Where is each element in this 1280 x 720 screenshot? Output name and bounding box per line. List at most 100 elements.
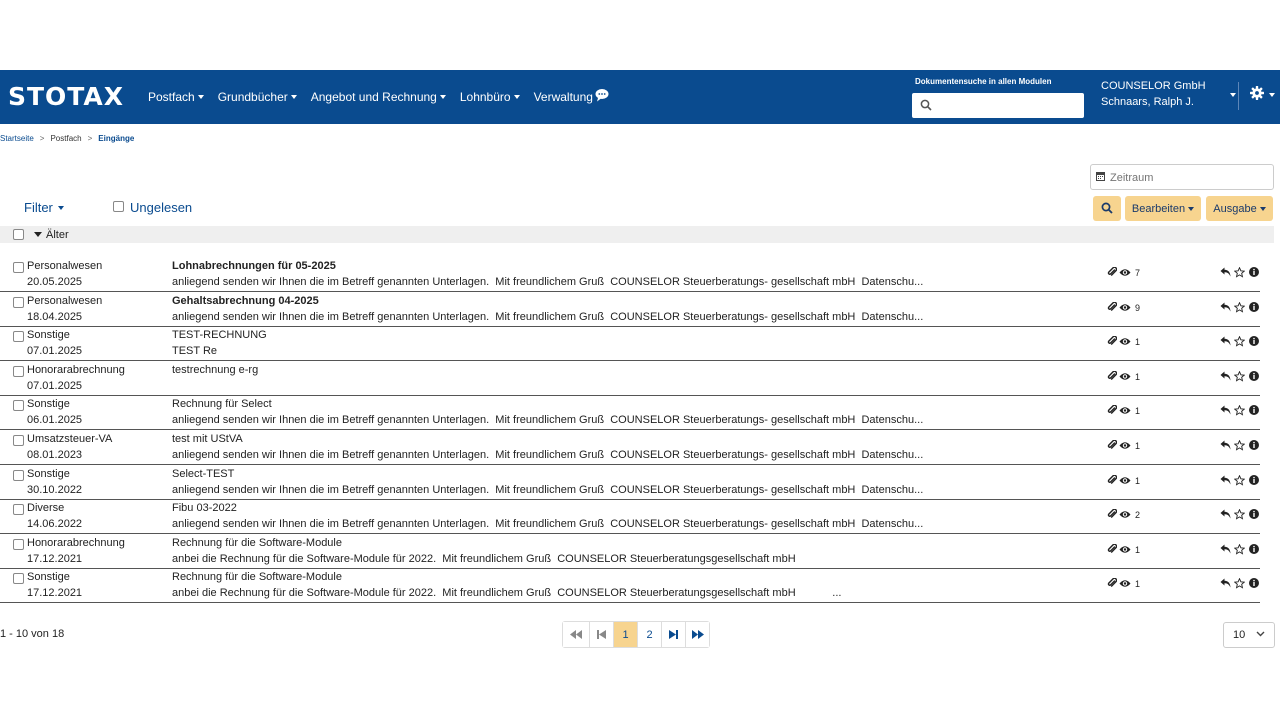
reply-icon[interactable] <box>1220 509 1231 519</box>
reply-icon[interactable] <box>1220 475 1231 485</box>
star-icon[interactable] <box>1234 301 1245 313</box>
row-checkbox[interactable] <box>13 573 24 585</box>
paperclip-icon[interactable] <box>1107 440 1117 450</box>
message-row[interactable]: Sonstige 17.12.2021 Rechnung für die Softw… <box>0 568 1260 604</box>
info-icon[interactable] <box>1249 370 1259 381</box>
collapse-triangle-icon[interactable] <box>34 232 42 237</box>
star-icon[interactable] <box>1234 474 1245 486</box>
eye-icon[interactable] <box>1119 337 1131 346</box>
page-1-button[interactable]: 1 <box>614 622 638 647</box>
settings-caret-icon[interactable] <box>1269 93 1275 97</box>
ausgabe-button[interactable]: Ausgabe <box>1206 196 1273 221</box>
reply-icon[interactable] <box>1220 440 1231 450</box>
message-subject[interactable]: Fibu 03-2022 <box>172 502 237 514</box>
reply-icon[interactable] <box>1220 371 1231 381</box>
message-row[interactable]: Honorarabrechnung 07.01.2025 testrechnung … <box>0 361 1260 396</box>
filter-dropdown[interactable]: Filter <box>24 200 64 215</box>
eye-icon[interactable] <box>1119 510 1131 519</box>
info-icon[interactable] <box>1249 405 1259 416</box>
star-icon[interactable] <box>1234 267 1245 278</box>
info-icon[interactable] <box>1249 267 1259 277</box>
first-page-button[interactable] <box>563 622 590 647</box>
message-row[interactable]: Personalwesen 20.05.2025 Lohnabrechnungen … <box>0 257 1260 292</box>
message-subject[interactable]: testrechnung e-rg <box>172 364 258 376</box>
message-row[interactable]: Diverse 14.06.2022 Fibu 03-2022 anliegend s… <box>0 499 1260 535</box>
message-subject[interactable]: test mit UStVA <box>172 433 243 445</box>
eye-icon[interactable] <box>1119 372 1131 381</box>
eye-icon[interactable] <box>1119 579 1131 588</box>
row-checkbox[interactable] <box>13 331 24 343</box>
row-checkbox[interactable] <box>13 365 24 377</box>
gear-icon[interactable] <box>1250 86 1264 100</box>
nav-grundbuecher[interactable]: Grundbücher <box>218 90 297 104</box>
message-subject[interactable]: Rechnung für Select <box>172 398 272 410</box>
paperclip-icon[interactable] <box>1107 543 1117 554</box>
info-icon[interactable] <box>1249 336 1259 347</box>
comment-icon[interactable] <box>595 88 609 102</box>
row-checkbox[interactable] <box>13 262 24 273</box>
star-icon[interactable] <box>1234 578 1245 590</box>
paperclip-icon[interactable] <box>1107 578 1117 588</box>
eye-icon[interactable] <box>1119 268 1131 277</box>
info-icon[interactable] <box>1249 474 1259 485</box>
message-subject[interactable]: Select-TEST <box>172 468 234 480</box>
reply-icon[interactable] <box>1220 544 1231 554</box>
user-menu[interactable]: COUNSELOR GmbH Schnaars, Ralph J. <box>1101 78 1206 110</box>
star-icon[interactable] <box>1234 405 1245 417</box>
eye-icon[interactable] <box>1119 406 1131 415</box>
message-row[interactable]: Personalwesen 18.04.2025 Gehaltsabrechnung… <box>0 292 1260 327</box>
unread-filter[interactable]: Ungelesen <box>113 200 192 215</box>
paperclip-icon[interactable] <box>1107 301 1117 312</box>
page-2-button[interactable]: 2 <box>638 622 662 647</box>
message-subject[interactable]: Lohnabrechnungen für 05-2025 <box>172 260 336 272</box>
zeitraum-field[interactable] <box>1090 164 1274 190</box>
nav-angebot-und-rechnung[interactable]: Angebot und Rechnung <box>311 90 446 104</box>
message-row[interactable]: Sonstige 30.10.2022 Select-TEST anliegend s… <box>0 465 1260 500</box>
row-checkbox[interactable] <box>13 538 24 550</box>
paperclip-icon[interactable] <box>1107 336 1117 346</box>
message-subject[interactable]: TEST-RECHNUNG <box>172 329 267 341</box>
star-icon[interactable] <box>1234 440 1245 451</box>
eye-icon[interactable] <box>1119 303 1131 312</box>
user-menu-caret-icon[interactable] <box>1230 93 1236 97</box>
nav-lohnbuero[interactable]: Lohnbüro <box>460 90 520 104</box>
eye-icon[interactable] <box>1119 441 1131 450</box>
message-row[interactable]: Sonstige 06.01.2025 Rechnung für Select anl… <box>0 395 1260 431</box>
message-row[interactable]: Honorarabrechnung 17.12.2021 Rechnung für … <box>0 534 1260 569</box>
reply-icon[interactable] <box>1220 267 1231 277</box>
message-row[interactable]: Sonstige 07.01.2025 TEST-RECHNUNG TEST Re 1 <box>0 326 1260 362</box>
breadcrumb-postfach[interactable]: Postfach <box>50 134 81 143</box>
star-icon[interactable] <box>1234 509 1245 520</box>
search-button[interactable] <box>1093 196 1121 221</box>
breadcrumb-startseite[interactable]: Startseite <box>0 134 34 143</box>
document-search-input[interactable] <box>938 95 1082 116</box>
paperclip-icon[interactable] <box>1107 509 1117 519</box>
row-checkbox[interactable] <box>13 296 24 308</box>
info-icon[interactable] <box>1249 509 1259 520</box>
message-row[interactable]: Umsatzsteuer-VA 08.01.2023 test mit UStVA a… <box>0 430 1260 465</box>
message-subject[interactable]: Rechnung für die Software-Module <box>172 537 342 549</box>
reply-icon[interactable] <box>1220 405 1231 415</box>
paperclip-icon[interactable] <box>1107 370 1117 381</box>
info-icon[interactable] <box>1249 578 1259 589</box>
star-icon[interactable] <box>1234 543 1245 555</box>
row-checkbox[interactable] <box>13 400 24 412</box>
row-checkbox[interactable] <box>13 504 24 516</box>
info-icon[interactable] <box>1249 301 1259 312</box>
nav-postfach[interactable]: Postfach <box>148 90 204 104</box>
group-header-aelter[interactable]: Älter <box>0 226 1274 243</box>
bearbeiten-button[interactable]: Bearbeiten <box>1125 196 1201 221</box>
message-subject[interactable]: Rechnung für die Software-Module <box>172 571 342 583</box>
star-icon[interactable] <box>1234 370 1245 382</box>
info-icon[interactable] <box>1249 543 1259 554</box>
row-checkbox[interactable] <box>13 435 24 446</box>
paperclip-icon[interactable] <box>1107 267 1117 277</box>
stotax-logo[interactable]: STOTAX <box>8 82 124 111</box>
per-page-select[interactable]: 10 <box>1223 622 1275 648</box>
eye-icon[interactable] <box>1119 545 1131 554</box>
paperclip-icon[interactable] <box>1107 405 1117 415</box>
unread-checkbox[interactable] <box>113 201 124 212</box>
nav-verwaltung[interactable]: Verwaltung <box>534 90 602 104</box>
last-page-button[interactable] <box>686 622 709 647</box>
info-icon[interactable] <box>1249 440 1259 450</box>
